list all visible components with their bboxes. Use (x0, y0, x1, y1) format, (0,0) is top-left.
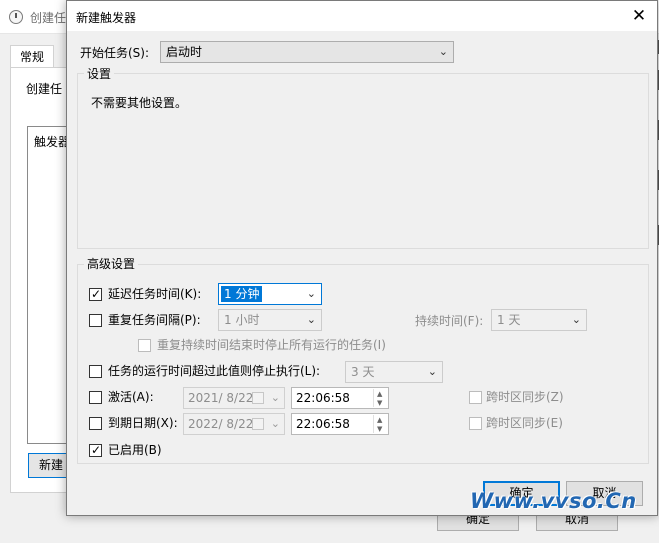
spin-down-icon: ▼ (377, 425, 383, 433)
settings-text: 不需要其他设置。 (91, 96, 188, 110)
task-scheduler-icon (9, 10, 23, 24)
activate-checkbox[interactable] (89, 391, 102, 404)
dialog-title-bar: 新建触发器 ✕ (67, 1, 657, 31)
enabled-label: 已启用(B) (108, 443, 162, 457)
activate-date-value: 2021/ 8/22 (188, 391, 254, 405)
stop-if-longer-dropdown[interactable]: 3 天 ⌄ (345, 361, 443, 383)
chevron-down-icon: ⌄ (306, 287, 316, 300)
time-spinner[interactable]: ▲ ▼ (373, 389, 387, 407)
watermark-text: Www.vvso.Cn (470, 489, 637, 513)
delay-value: 1 分钟 (221, 286, 263, 302)
chevron-down-icon: ⌄ (438, 45, 448, 58)
activate-label: 激活(A): (108, 390, 154, 404)
check-icon: ✓ (91, 287, 102, 301)
spin-up-icon: ▲ (377, 416, 383, 424)
expire-date-value: 2022/ 8/22 (188, 417, 254, 431)
chevron-down-icon: ⌄ (270, 391, 280, 404)
time-spinner[interactable]: ▲ ▼ (373, 415, 387, 433)
expire-sync-label: 跨时区同步(E) (486, 416, 563, 430)
repeat-label: 重复任务间隔(P): (108, 313, 201, 327)
repeat-checkbox[interactable] (89, 314, 102, 327)
advanced-settings-title: 高级设置 (84, 255, 139, 272)
repeat-interval-value: 1 小时 (224, 313, 260, 327)
trigger-list-header: 触发器 (34, 135, 71, 149)
stop-all-label: 重复持续时间结束时停止所有运行的任务(I) (157, 338, 386, 352)
stop-all-checkbox[interactable] (138, 339, 151, 352)
expire-sync-checkbox[interactable] (469, 417, 482, 430)
start-task-dropdown[interactable]: 启动时 ⌄ (160, 41, 454, 63)
expire-label: 到期日期(X): (108, 416, 178, 430)
duration-label: 持续时间(F): (415, 314, 484, 328)
activate-sync-checkbox[interactable] (469, 391, 482, 404)
dialog-title: 新建触发器 (76, 11, 137, 25)
repeat-interval-dropdown[interactable]: 1 小时 ⌄ (218, 309, 322, 331)
activate-time-value: 22:06:58 (296, 391, 350, 405)
enabled-checkbox[interactable]: ✓ (89, 443, 102, 457)
delay-label: 延迟任务时间(K): (108, 287, 202, 301)
activate-sync-label: 跨时区同步(Z) (486, 390, 564, 404)
expire-date-picker[interactable]: 2022/ 8/22 ⌄ (183, 413, 285, 435)
tab-general[interactable]: 常规 (10, 45, 54, 68)
spin-down-icon: ▼ (377, 399, 383, 407)
delay-dropdown[interactable]: 1 分钟 ⌄ (218, 283, 322, 305)
settings-group-title: 设置 (84, 65, 115, 82)
calendar-icon (252, 392, 264, 404)
stop-if-longer-label: 任务的运行时间超过此值则停止执行(L): (108, 364, 321, 378)
chevron-down-icon: ⌄ (306, 313, 316, 326)
expire-time-field[interactable]: 22:06:58 ▲ ▼ (291, 413, 389, 435)
duration-dropdown[interactable]: 1 天 ⌄ (491, 309, 587, 331)
chevron-down-icon: ⌄ (571, 313, 581, 326)
background-window-title: 创建任 (30, 11, 67, 25)
chevron-down-icon: ⌄ (427, 365, 437, 378)
background-description: 创建任 (26, 82, 63, 96)
calendar-icon (252, 418, 264, 430)
close-glyph: ✕ (631, 6, 647, 26)
expire-time-value: 22:06:58 (296, 417, 350, 431)
activate-time-field[interactable]: 22:06:58 ▲ ▼ (291, 387, 389, 409)
activate-date-picker[interactable]: 2021/ 8/22 ⌄ (183, 387, 285, 409)
start-task-value: 启动时 (166, 45, 203, 59)
stop-if-longer-value: 3 天 (351, 365, 375, 379)
spin-up-icon: ▲ (377, 390, 383, 398)
close-icon[interactable]: ✕ (627, 4, 651, 28)
expire-checkbox[interactable] (89, 417, 102, 430)
stop-if-longer-checkbox[interactable] (89, 365, 102, 378)
duration-value: 1 天 (497, 313, 521, 327)
new-trigger-dialog: 新建触发器 ✕ 开始任务(S): 启动时 ⌄ 设置 不需要其他设置。 高级设置 … (66, 0, 658, 516)
chevron-down-icon: ⌄ (270, 417, 280, 430)
check-icon: ✓ (91, 443, 102, 457)
delay-checkbox[interactable]: ✓ (89, 287, 102, 301)
start-task-label: 开始任务(S): (80, 46, 150, 60)
